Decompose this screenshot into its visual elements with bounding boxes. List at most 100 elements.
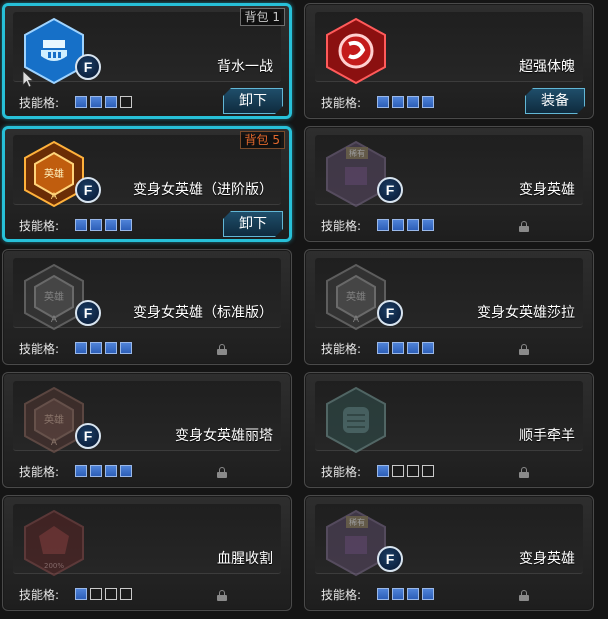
skill-name: 变身女英雄丽塔 [175,428,273,444]
equip-button[interactable]: 装备 [525,88,585,114]
slot-filled [105,219,117,231]
grade-badge: F [75,300,101,326]
slot-filled [422,588,434,600]
icon-caption: A [51,438,58,448]
icon-caption: 英雄 [346,290,366,303]
red-circle-emblem-icon [323,16,389,86]
slot-filled [377,465,389,477]
slot-filled [422,96,434,108]
slot-filled [407,342,419,354]
gray-hero-hexagon-icon: 英雄 A [323,262,389,332]
icon-caption: 英雄 [44,167,64,180]
faded-hero-hexagon-icon: 英雄 A [21,385,87,455]
skill-slots [75,96,132,108]
slot-filled [377,96,389,108]
grade-badge: F [377,546,403,572]
slot-empty [422,465,434,477]
slot-filled [105,96,117,108]
skill-slots [377,96,434,108]
lock-icon [519,221,529,232]
icon-caption: 稀有 [349,517,365,527]
lock-icon [519,344,529,355]
skill-slots [377,219,434,231]
skill-card[interactable]: 200% 血腥收割 技能格: [2,495,292,611]
skill-card-grid: F 背水一战 技能格: 卸下 背包 1 超强体魄 技能格: 装备 英雄 A F 变身女英雄（进阶版） 技… [0,0,608,619]
skill-card[interactable]: 超强体魄 技能格: 装备 [304,3,594,119]
slot-empty [120,588,132,600]
slot-filled [75,342,87,354]
slot-empty [105,588,117,600]
slot-filled [392,588,404,600]
slot-filled [392,219,404,231]
slot-filled [407,588,419,600]
lock-icon [519,590,529,601]
skill-card[interactable]: 英雄 A F 变身女英雄丽塔技能格: [2,372,292,488]
skill-slot-label: 技能格: [321,465,362,479]
skill-name: 超强体魄 [519,59,575,75]
slot-filled [75,96,87,108]
skill-name: 变身女英雄（标准版） [133,305,273,321]
slot-filled [392,96,404,108]
slot-filled [377,342,389,354]
skill-slot-label: 技能格: [19,342,60,356]
skill-slot-label: 技能格: [19,588,60,602]
skill-slots [377,342,434,354]
skill-card[interactable]: 稀有 F 变身英雄技能格: [304,126,594,242]
grade-badge: F [75,177,101,203]
backpack-tag: 背包 1 [239,8,285,26]
skill-card[interactable]: 顺手牵羊 技能格: [304,372,594,488]
skill-slots [75,588,132,600]
skill-slots [377,465,434,477]
skill-slot-label: 技能格: [321,588,362,602]
backpack-tag: 背包 5 [239,131,285,149]
slot-filled [105,465,117,477]
slot-filled [75,588,87,600]
skill-name: 变身女英雄莎拉 [477,305,575,321]
skill-name: 背水一战 [217,59,273,75]
skill-name: 变身英雄 [519,182,575,198]
skill-card[interactable]: 英雄 A F 变身女英雄（标准版） 技能格: [2,249,292,365]
skill-card[interactable]: F 背水一战技能格: 卸下 背包 1 [2,3,292,119]
skill-slot-label: 技能格: [19,465,60,479]
skill-slot-label: 技能格: [19,96,60,110]
skill-slot-label: 技能格: [321,219,362,233]
slot-filled [120,342,132,354]
grade-badge: F [75,54,101,80]
slot-filled [90,96,102,108]
slot-filled [75,219,87,231]
icon-caption: A [353,315,360,325]
slot-filled [422,342,434,354]
skill-name: 变身英雄 [519,551,575,567]
skill-slot-label: 技能格: [321,342,362,356]
lock-icon [217,590,227,601]
slot-filled [120,219,132,231]
grade-badge: F [75,423,101,449]
slot-filled [392,342,404,354]
faded-fist-hexagon-icon [323,385,389,455]
icon-caption: 200% [44,562,64,570]
slot-filled [90,342,102,354]
skill-name: 变身女英雄（进阶版） [133,182,273,198]
gold-hero-hexagon-icon: 英雄 A [21,139,87,209]
lock-icon [217,467,227,478]
icon-caption: 英雄 [44,290,64,303]
slot-filled [120,465,132,477]
icon-caption: A [51,315,58,325]
grade-badge: F [377,177,403,203]
slot-filled [90,465,102,477]
faded-red-hexagon-icon: 200% [21,508,87,578]
skill-card[interactable]: 英雄 A F 变身女英雄莎拉 技能格: [304,249,594,365]
slot-empty [407,465,419,477]
skill-slots [75,342,132,354]
skill-card[interactable]: 英雄 A F 变身女英雄（进阶版） 技能格: 卸下 背包 5 [2,126,292,242]
slot-filled [407,219,419,231]
unequip-button[interactable]: 卸下 [223,211,283,237]
slot-filled [377,588,389,600]
gray-hero-hexagon-icon: 英雄 A [21,262,87,332]
slot-empty [90,588,102,600]
unequip-button[interactable]: 卸下 [223,88,283,114]
slot-filled [105,342,117,354]
skill-card[interactable]: 稀有 F 变身英雄技能格: [304,495,594,611]
lock-icon [217,344,227,355]
icon-caption: 稀有 [349,148,365,158]
